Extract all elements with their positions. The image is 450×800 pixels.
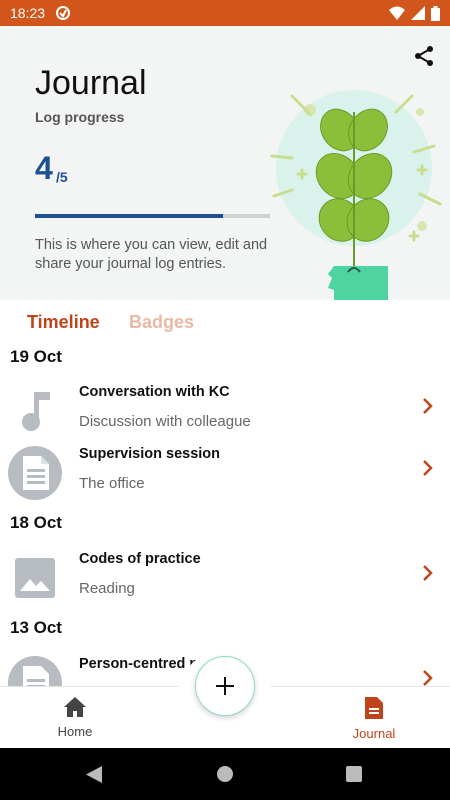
list-item-conversation-with-kc[interactable]: Conversation with KC Discussion with col… bbox=[0, 384, 450, 446]
share-icon[interactable] bbox=[412, 44, 436, 68]
status-bar: 18:23 bbox=[0, 0, 450, 26]
tab-timeline[interactable]: Timeline bbox=[27, 312, 100, 333]
chevron-right-icon bbox=[423, 460, 433, 476]
nav-home[interactable]: Home bbox=[35, 697, 115, 739]
entry-subtitle: Reading bbox=[79, 580, 135, 597]
progress-bar bbox=[35, 214, 270, 218]
progress-current: 4 bbox=[35, 150, 53, 186]
image-icon bbox=[15, 558, 55, 598]
document-icon bbox=[8, 446, 62, 500]
plant-head-illustration bbox=[270, 90, 442, 300]
journal-icon bbox=[365, 697, 383, 719]
chevron-right-icon bbox=[423, 670, 433, 686]
nav-journal[interactable]: Journal bbox=[334, 697, 414, 741]
progress-bar-fill bbox=[35, 214, 223, 218]
date-heading: 19 Oct bbox=[10, 347, 62, 366]
journal-tabs: Timeline Badges bbox=[0, 300, 450, 346]
add-entry-button[interactable] bbox=[195, 656, 255, 716]
wifi-icon bbox=[389, 6, 405, 20]
journal-description: This is where you can view, edit and sha… bbox=[35, 237, 268, 272]
music-note-icon bbox=[22, 392, 50, 431]
system-navigation-bar bbox=[0, 748, 450, 800]
entry-title: Conversation with KC bbox=[79, 384, 230, 400]
date-heading: 13 Oct bbox=[10, 618, 62, 637]
entry-title: Person-centred p bbox=[79, 656, 199, 672]
entry-subtitle: Discussion with colleague bbox=[79, 413, 251, 430]
nav-home-label: Home bbox=[57, 724, 93, 739]
page-title: Journal bbox=[35, 64, 147, 102]
entry-title: Supervision session bbox=[79, 446, 221, 462]
status-time: 18:23 bbox=[10, 5, 46, 21]
home-circle-icon[interactable] bbox=[217, 766, 233, 782]
entry-title: Codes of practice bbox=[79, 551, 201, 567]
list-item-supervision-session[interactable]: Supervision session The office bbox=[0, 446, 450, 508]
plus-icon bbox=[216, 677, 234, 695]
nav-journal-label: Journal bbox=[352, 726, 396, 741]
list-item-codes-of-practice[interactable]: Codes of practice Reading bbox=[0, 551, 450, 613]
journal-header: Journal Log progress 4 /5 This is where … bbox=[0, 26, 450, 300]
notification-icon bbox=[56, 6, 71, 20]
chevron-right-icon bbox=[423, 398, 433, 414]
back-icon[interactable] bbox=[86, 766, 102, 783]
battery-icon bbox=[431, 5, 440, 21]
entry-subtitle: The office bbox=[79, 475, 145, 492]
recents-icon[interactable] bbox=[346, 766, 362, 782]
date-heading: 18 Oct bbox=[10, 513, 62, 532]
log-progress-label: Log progress bbox=[35, 109, 125, 125]
signal-icon bbox=[411, 6, 425, 20]
progress-total: /5 bbox=[56, 169, 68, 185]
home-icon bbox=[64, 697, 86, 717]
tab-badges[interactable]: Badges bbox=[129, 312, 194, 333]
chevron-right-icon bbox=[423, 565, 433, 581]
